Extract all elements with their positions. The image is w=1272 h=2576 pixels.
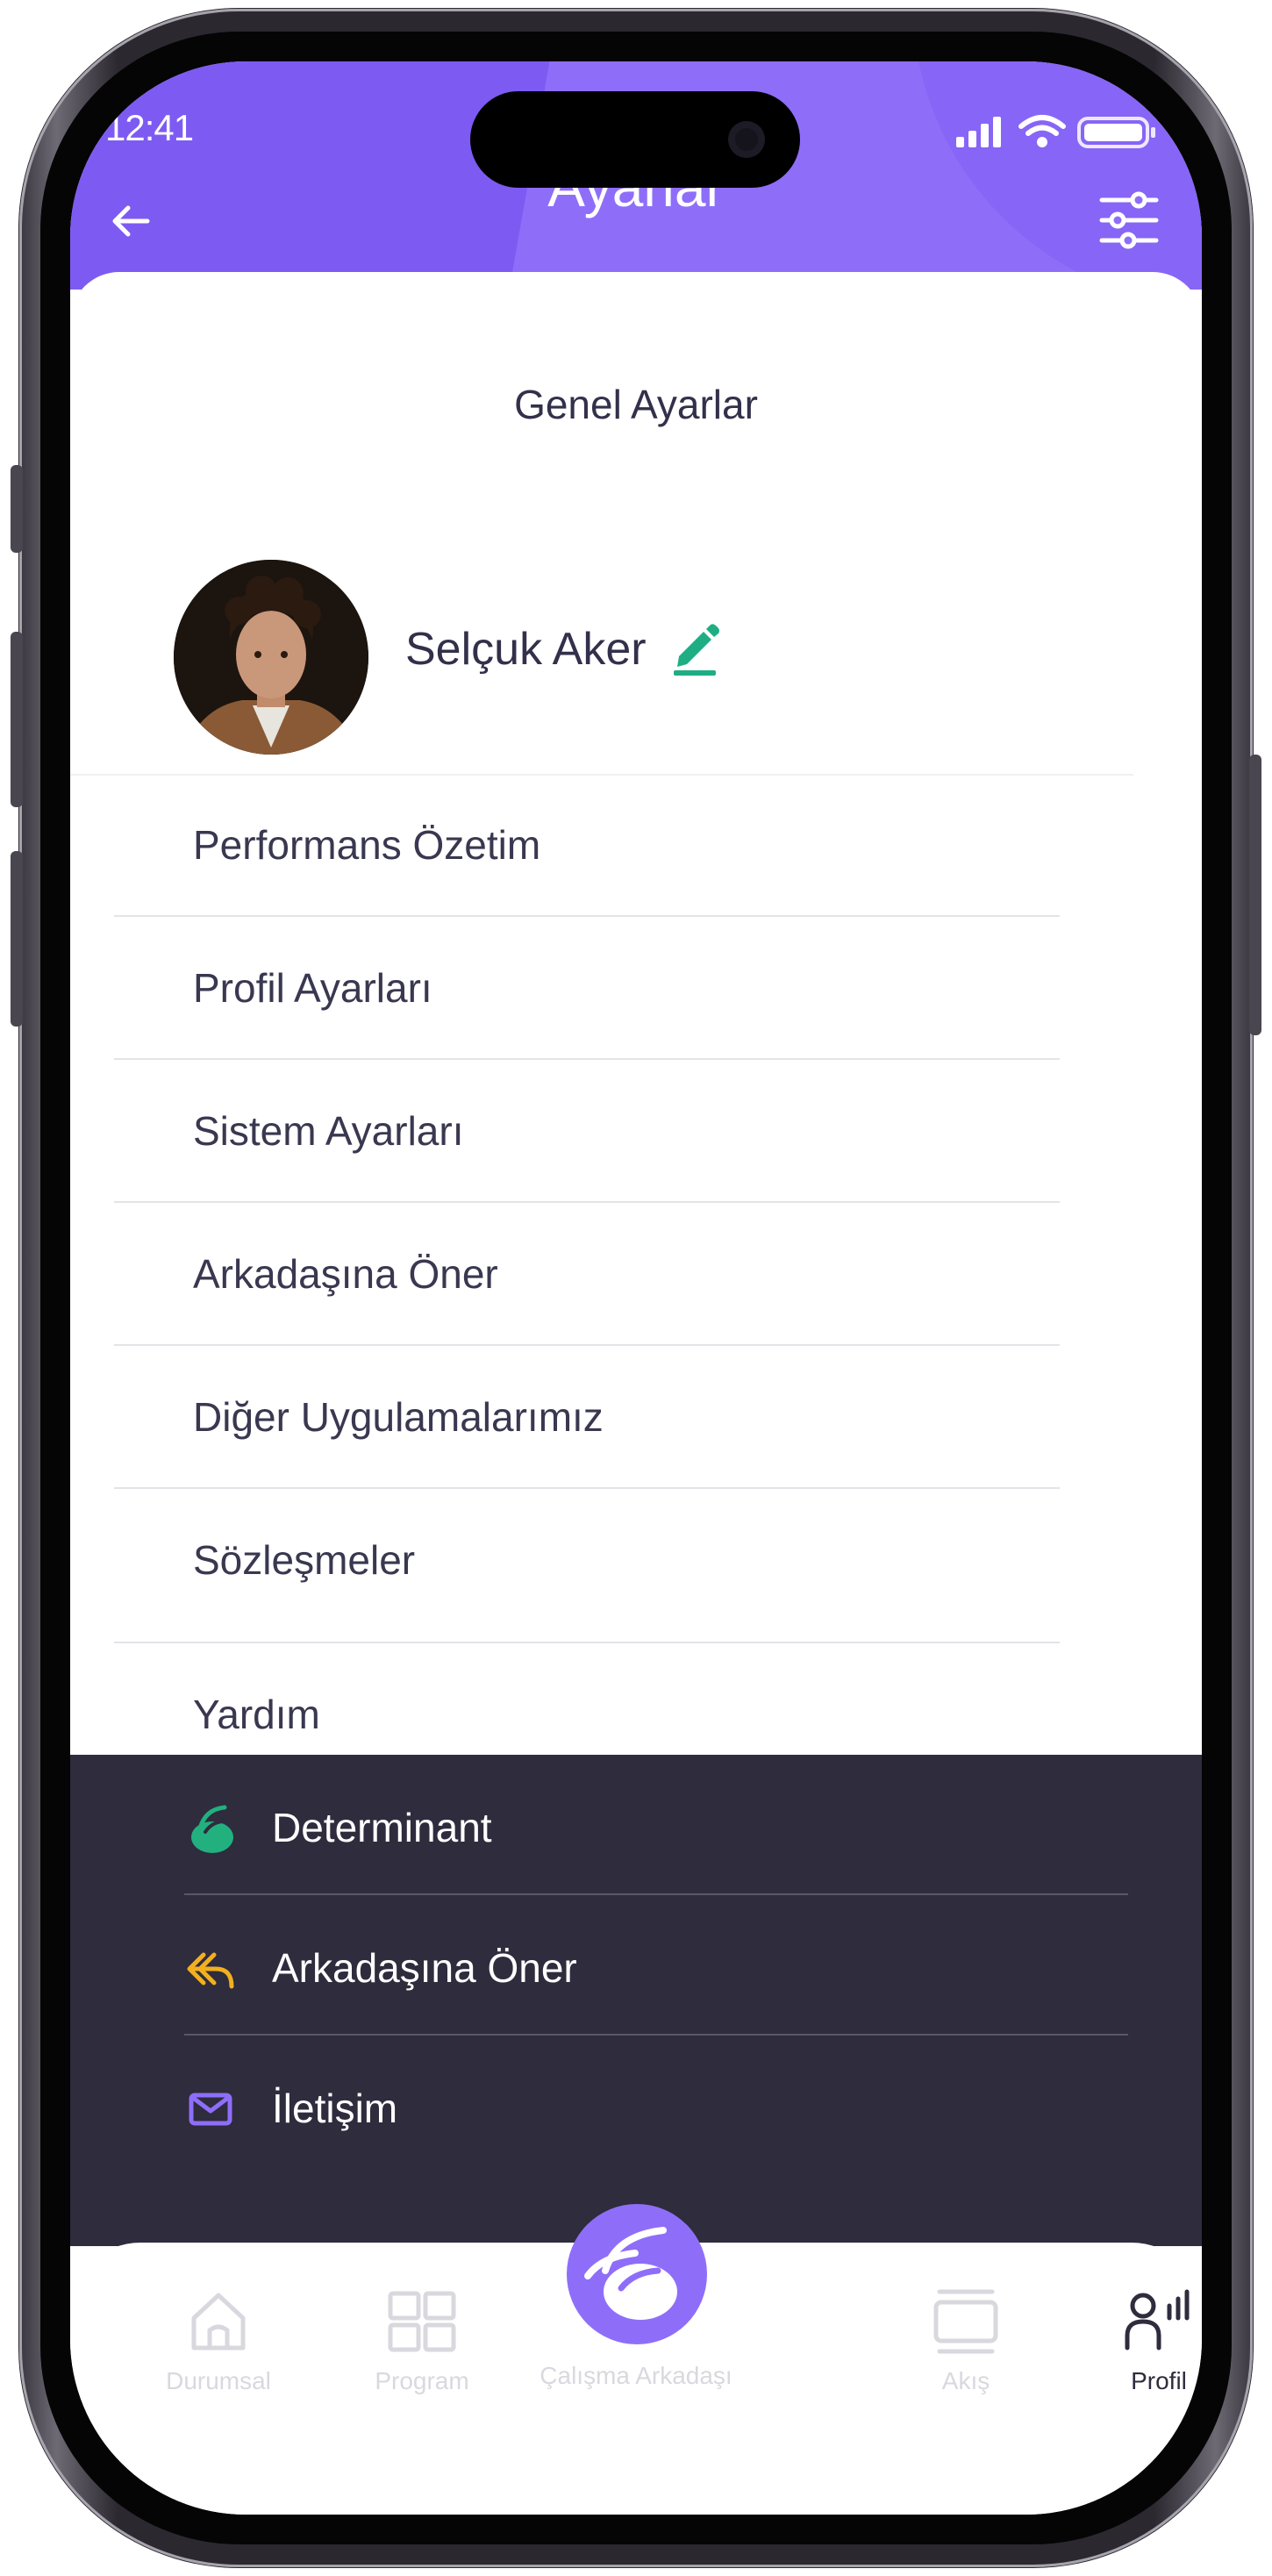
signal-wifi-battery-icon [956,115,1155,148]
footer-item-determinant[interactable]: Determinant [184,1755,1128,1895]
menu-item-label: Yardım [193,1692,320,1737]
app-logo-icon [584,2227,677,2320]
profile-name: Selçuk Aker [405,624,647,675]
menu-item-arkadasina-oner[interactable]: Arkadaşına Öner [114,1203,1060,1346]
menu-item-label: Profil Ayarları [193,965,432,1011]
footer-links: Determinant Arkadaşına Öner İletişim [184,1755,1128,2174]
status-time: 12:41 [105,107,194,148]
settings-menu: Performans Özetim Profil Ayarları Sistem… [114,774,1060,1785]
pencil-icon [674,624,719,676]
avatar[interactable] [174,560,368,755]
footer-item-iletisim[interactable]: İletişim [184,2036,1128,2174]
power-button [1249,755,1261,1035]
menu-item-sozlesmeler[interactable]: Sözleşmeler [114,1489,1060,1643]
menu-item-sistem-ayarlari[interactable]: Sistem Ayarları [114,1060,1060,1203]
footer-item-label: Determinant [272,1805,492,1850]
camera-icon [728,121,765,158]
settings-content: Genel Ayarlar Selçuk Aker Performans Öze… [70,272,1202,1834]
menu-item-label: Performans Özetim [193,822,541,868]
volume-down-button [11,851,23,1027]
footer-item-label: İletişim [272,2086,398,2131]
menu-item-profil-ayarlari[interactable]: Profil Ayarları [114,917,1060,1060]
menu-item-diger-uygulamalarimiz[interactable]: Diğer Uygulamalarımız [114,1346,1060,1489]
footer-item-arkadasina-oner[interactable]: Arkadaşına Öner [184,1895,1128,2036]
footer-item-label: Arkadaşına Öner [272,1945,577,1991]
center-tab-button[interactable] [567,2204,707,2344]
menu-item-label: Arkadaşına Öner [193,1251,498,1297]
menu-item-label: Sistem Ayarları [193,1108,464,1154]
action-button [11,465,23,553]
footer-panel: Determinant Arkadaşına Öner İletişim [70,1755,1202,2246]
arrow-left-icon [112,205,150,237]
reply-arrow-icon [184,1943,237,1995]
volume-up-button [11,632,23,807]
filter-button[interactable] [1097,188,1161,253]
screen: Ayarlar 12:41 [70,61,1202,2515]
edit-profile-button[interactable] [670,619,723,677]
menu-item-label: Diğer Uygulamalarımız [193,1394,604,1440]
tab-label: Çalışma Arkadaşı [540,2362,732,2389]
determinant-logo-icon [184,1802,237,1855]
header: Ayarlar 12:41 [70,61,1202,290]
back-button[interactable] [105,195,158,247]
dynamic-island [470,91,800,188]
avatar-photo [174,560,368,755]
menu-item-label: Sözleşmeler [193,1537,416,1583]
mail-icon [184,2083,237,2136]
menu-item-performans-ozetim[interactable]: Performans Özetim [114,774,1060,917]
status-icons [956,114,1167,149]
section-title: Genel Ayarlar [514,382,758,427]
sliders-icon [1099,191,1159,249]
